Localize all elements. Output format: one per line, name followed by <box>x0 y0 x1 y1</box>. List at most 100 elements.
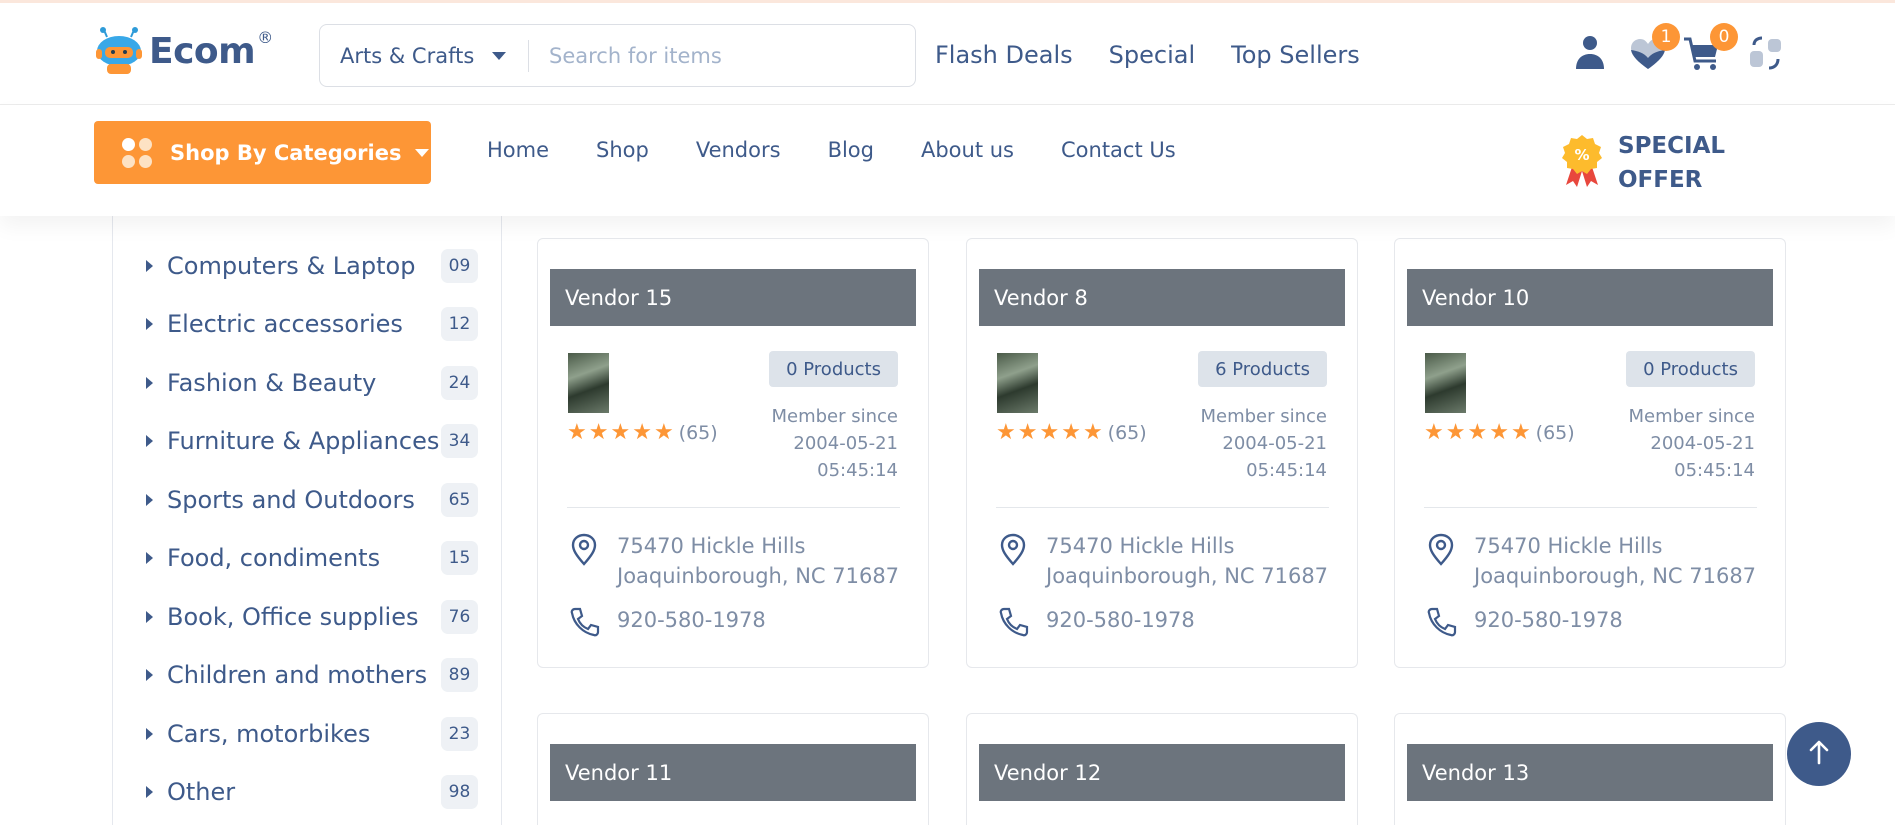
compare-icon[interactable] <box>1744 31 1788 75</box>
address-line1: 75470 Hickle Hills <box>1046 534 1235 558</box>
star-icon: ★ <box>632 420 652 445</box>
star-icon: ★ <box>1467 420 1488 445</box>
nav-about-us[interactable]: About us <box>921 138 1014 162</box>
scroll-to-top-button[interactable] <box>1787 722 1851 786</box>
shop-by-categories-button[interactable]: Shop By Categories <box>94 121 431 184</box>
address-line1: 75470 Hickle Hills <box>617 534 806 558</box>
search-category-select[interactable]: Arts & Crafts <box>320 25 528 86</box>
star-icon: ★ <box>1017 420 1038 445</box>
member-since-date: 2004-05-21 <box>1222 433 1327 454</box>
vendor-name[interactable]: Vendor 12 <box>979 744 1345 801</box>
caret-right-icon <box>146 669 153 681</box>
user-icon[interactable] <box>1568 31 1612 75</box>
member-since-date: 2004-05-21 <box>793 433 898 454</box>
category-item[interactable]: Computers & Laptop 09 <box>146 246 478 286</box>
nav-shop[interactable]: Shop <box>596 138 649 162</box>
category-item[interactable]: Food, condiments 15 <box>146 538 478 578</box>
star-icon: ★ <box>588 420 609 445</box>
vendor-avatar <box>997 353 1038 413</box>
category-count: 12 <box>441 307 478 341</box>
main-nav: Home Shop Vendors Blog About us Contact … <box>487 138 1223 162</box>
search-input[interactable] <box>529 25 915 86</box>
nav-contact-us[interactable]: Contact Us <box>1061 138 1176 162</box>
vendor-card[interactable]: Vendor 15 ★ ★ ★ ★ ★ (65) 0 Products Memb… <box>537 238 929 668</box>
category-item[interactable]: Sports and Outdoors 65 <box>146 480 478 520</box>
chevron-down-icon <box>415 148 430 157</box>
category-item[interactable]: Other 98 <box>146 772 478 812</box>
category-item[interactable]: Book, Office supplies 76 <box>146 597 478 637</box>
card-divider <box>567 507 900 508</box>
category-item[interactable]: Furniture & Appliances 34 <box>146 421 478 461</box>
rating-count: (65) <box>1107 422 1147 444</box>
category-count: 23 <box>441 717 478 751</box>
products-badge: 0 Products <box>1626 351 1755 387</box>
caret-right-icon <box>146 552 153 564</box>
vendor-phone[interactable]: 920-580-1978 <box>1046 608 1195 632</box>
special-offer-line1: SPECIAL <box>1618 133 1726 159</box>
nav-home[interactable]: Home <box>487 138 549 162</box>
star-icon: ★ <box>1445 420 1466 445</box>
vendor-phone[interactable]: 920-580-1978 <box>617 608 766 632</box>
address-line1: 75470 Hickle Hills <box>1474 534 1663 558</box>
card-divider <box>996 507 1329 508</box>
star-icon: ★ <box>1489 420 1509 445</box>
member-since: Member since 2004-05-21 05:45:14 <box>738 403 898 484</box>
vendor-card[interactable]: Vendor 11 <box>537 713 929 825</box>
wishlist-count-badge: 1 <box>1652 23 1680 51</box>
vendor-name[interactable]: Vendor 8 <box>979 269 1345 326</box>
category-count: 65 <box>441 483 478 517</box>
phone-icon <box>569 606 601 642</box>
vendor-name[interactable]: Vendor 15 <box>550 269 916 326</box>
vendor-name[interactable]: Vendor 13 <box>1407 744 1773 801</box>
special-link[interactable]: Special <box>1109 41 1195 69</box>
member-since-time: 05:45:14 <box>817 460 898 481</box>
vendor-rating: ★ ★ ★ ★ ★ (65) <box>567 420 718 445</box>
member-since-time: 05:45:14 <box>1246 460 1327 481</box>
category-sidebar: Computers & Laptop 09 Electric accessori… <box>112 216 502 825</box>
category-count: 15 <box>441 541 478 575</box>
discount-badge-icon: % <box>1560 133 1604 193</box>
star-icon: ★ <box>610 420 631 445</box>
address-line2: Joaquinborough, NC 71687 <box>1474 564 1757 588</box>
rating-count: (65) <box>678 422 718 444</box>
special-offer-link[interactable]: % SPECIAL OFFER <box>1560 129 1738 197</box>
vendor-name[interactable]: Vendor 10 <box>1407 269 1773 326</box>
search-category-value: Arts & Crafts <box>340 43 475 68</box>
category-name: Fashion & Beauty <box>167 369 377 397</box>
star-icon: ★ <box>1039 420 1060 445</box>
location-pin-icon <box>1426 533 1456 571</box>
top-sellers-link[interactable]: Top Sellers <box>1231 41 1360 69</box>
vendor-name[interactable]: Vendor 11 <box>550 744 916 801</box>
chevron-down-icon <box>492 52 506 60</box>
category-name: Cars, motorbikes <box>167 720 371 748</box>
brand-logo[interactable]: Ecom ® <box>93 25 273 77</box>
header-icons: 1 0 <box>1568 23 1788 81</box>
nav-vendors[interactable]: Vendors <box>696 138 781 162</box>
svg-text:%: % <box>1574 146 1589 164</box>
vendor-address: 75470 Hickle Hills Joaquinborough, NC 71… <box>1474 531 1774 591</box>
vendor-card[interactable]: Vendor 8 ★ ★ ★ ★ ★ (65) 6 Products Membe… <box>966 238 1358 668</box>
registered-mark: ® <box>257 27 274 47</box>
star-icon: ★ <box>653 420 674 445</box>
vendor-phone[interactable]: 920-580-1978 <box>1474 608 1623 632</box>
vendor-card[interactable]: Vendor 13 <box>1394 713 1786 825</box>
category-count: 76 <box>441 600 478 634</box>
member-since-label: Member since <box>1628 406 1755 427</box>
caret-right-icon <box>146 494 153 506</box>
nav-blog[interactable]: Blog <box>828 138 874 162</box>
category-item[interactable]: Children and mothers 89 <box>146 655 478 695</box>
category-count: 98 <box>441 775 478 809</box>
vendor-rating: ★ ★ ★ ★ ★ (65) <box>996 420 1147 445</box>
vendor-address: 75470 Hickle Hills Joaquinborough, NC 71… <box>1046 531 1346 591</box>
star-icon: ★ <box>996 420 1016 445</box>
category-name: Furniture & Appliances <box>167 427 440 455</box>
caret-right-icon <box>146 260 153 272</box>
grid-dots-icon <box>122 137 152 168</box>
special-offer-line2: OFFER <box>1618 167 1703 193</box>
category-item[interactable]: Fashion & Beauty 24 <box>146 363 478 403</box>
category-item[interactable]: Cars, motorbikes 23 <box>146 714 478 754</box>
vendor-card[interactable]: Vendor 10 ★ ★ ★ ★ ★ (65) 0 Products Memb… <box>1394 238 1786 668</box>
flash-deals-link[interactable]: Flash Deals <box>935 41 1073 69</box>
category-item[interactable]: Electric accessories 12 <box>146 304 478 344</box>
vendor-card[interactable]: Vendor 12 <box>966 713 1358 825</box>
